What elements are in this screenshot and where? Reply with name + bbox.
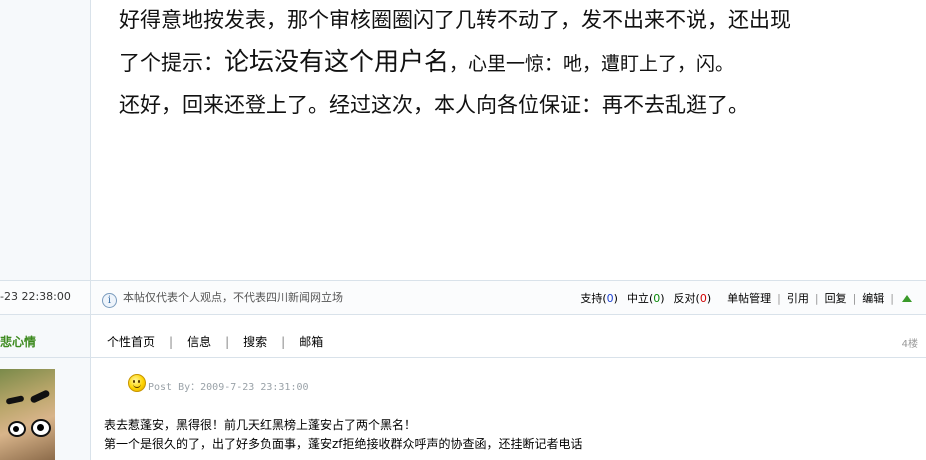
support-count: 0	[606, 292, 614, 305]
support-label: 支持	[580, 292, 603, 305]
forum-thread-page: 好得意地按发表，那个审核圈圈闪了几转不动了，发不出来不说，还出现 了个提示：论坛…	[0, 0, 926, 460]
post-3-line-3: 还好，回来还登上了。经过这次，本人向各位保证：再不去乱逛了。	[119, 93, 749, 117]
info-icon: i	[102, 293, 117, 308]
post-3-line-2c: ，心里一惊：吔，遭盯上了，闪。	[449, 53, 735, 75]
post-4-header: 悲心情 个性首页 | 信息 | 搜索 | 邮箱 4楼	[0, 324, 926, 358]
edit-link[interactable]: 编辑	[862, 292, 884, 305]
post-3-line-2-emphasis: 论坛没有这个用户名	[224, 47, 450, 76]
oppose-button[interactable]: 反对(0)	[674, 292, 712, 305]
footer-divider	[90, 281, 91, 314]
post-3-footer: -23 22:38:00 i 本帖仅代表个人观点，不代表四川新闻网立场 支持(0)…	[0, 280, 926, 315]
post-3-time: -23 22:38:00	[0, 290, 71, 303]
post-4-nav: 个性首页 | 信息 | 搜索 | 邮箱	[107, 335, 324, 349]
reply-link[interactable]: 回复	[825, 292, 847, 305]
info-link[interactable]: 信息	[187, 335, 211, 349]
post-4-author[interactable]: 悲心情	[0, 333, 36, 350]
disclaimer-text: 本帖仅代表个人观点，不代表四川新闻网立场	[123, 291, 343, 304]
back-to-top-icon[interactable]	[902, 295, 912, 302]
oppose-label: 反对	[673, 292, 696, 305]
smiley-icon	[128, 374, 146, 392]
avatar[interactable]	[0, 369, 55, 460]
search-link[interactable]: 搜索	[243, 335, 267, 349]
post-3-actions: 支持(0) 中立(0) 反对(0) 单帖管理 | 引用 | 回复 | 编辑 |	[580, 290, 912, 306]
neutral-button[interactable]: 中立(0)	[627, 292, 665, 305]
post-3-body: 好得意地按发表，那个审核圈圈闪了几转不动了，发不出来不说，还出现 了个提示：论坛…	[91, 0, 926, 280]
neutral-label: 中立	[626, 292, 649, 305]
neutral-count: 0	[653, 292, 661, 305]
quote-link[interactable]: 引用	[787, 292, 809, 305]
post-4-line-2: 第一个是很久的了，出了好多负面事，蓬安zf拒绝接收群众呼声的协查函，还挂断记者电…	[104, 437, 583, 451]
mailbox-link[interactable]: 邮箱	[299, 335, 323, 349]
manage-post-link[interactable]: 单帖管理	[727, 292, 771, 305]
floor-number: 4楼	[901, 339, 918, 350]
post-3-line-1: 好得意地按发表，那个审核圈圈闪了几转不动了，发不出来不说，还出现	[119, 8, 791, 32]
post-3-line-2a: 了个提示：	[119, 51, 224, 75]
support-button[interactable]: 支持(0)	[580, 292, 618, 305]
post-3-text: 好得意地按发表，那个审核圈圈闪了几转不动了，发不出来不说，还出现 了个提示：论坛…	[119, 0, 919, 126]
post-4-content: 表去惹蓬安，黑得很！前几天红黑榜上蓬安占了两个黑名！ 第一个是很久的了，出了好多…	[104, 416, 583, 454]
post-4-timestamp: Post By：2009-7-23 23:31:00	[148, 382, 309, 393]
post-4-line-1: 表去惹蓬安，黑得很！前几天红黑榜上蓬安占了两个黑名！	[104, 418, 417, 432]
disclaimer: i 本帖仅代表个人观点，不代表四川新闻网立场	[102, 289, 343, 308]
post-3-line-2: 了个提示：论坛没有这个用户名，心里一惊：吔，遭盯上了，闪。	[119, 41, 919, 85]
profile-home-link[interactable]: 个性首页	[107, 335, 155, 349]
oppose-count: 0	[699, 292, 707, 305]
